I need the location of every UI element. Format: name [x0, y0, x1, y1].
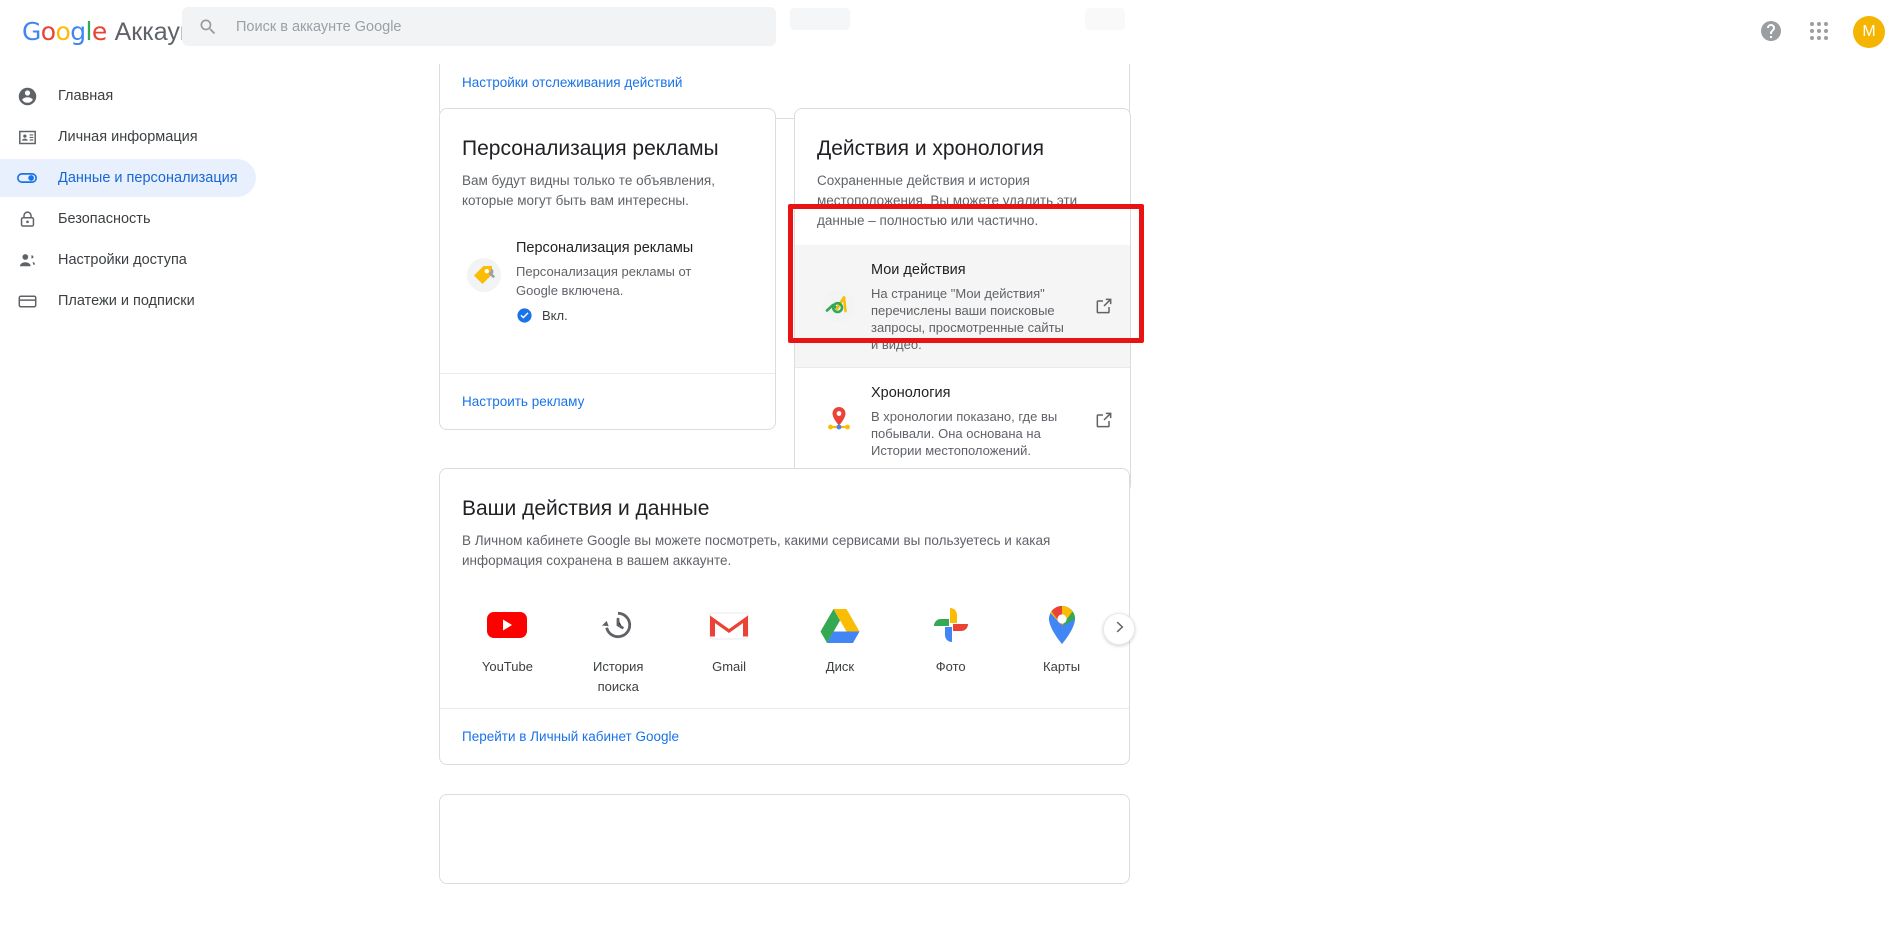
sidebar-item-label: Главная [58, 88, 114, 104]
sidebar-item-label: Безопасность [58, 211, 151, 227]
app-label: Диск [825, 659, 855, 674]
google-apps-button[interactable] [1799, 12, 1839, 52]
search-history-icon [596, 603, 640, 647]
google-maps-icon [1040, 603, 1084, 647]
ad-personalization-name: Персонализация рекламы [516, 240, 694, 256]
brand-logo[interactable]: Google Аккаунт [22, 17, 205, 47]
ad-card-footer: Настроить рекламу [440, 373, 775, 429]
sidebar-item-label: Данные и персонализация [58, 170, 238, 186]
apps-grid-icon [1807, 19, 1831, 46]
timeline-row[interactable]: Хронология В хронологии показано, где вы… [795, 368, 1130, 473]
apps-carousel: YouTube История поиска Gmail Диск Фото К… [440, 603, 1135, 697]
app-label: Карты [1043, 659, 1081, 674]
people-icon [16, 249, 38, 271]
app-tile-maps[interactable]: Карты [1006, 603, 1117, 697]
status-label: Вкл. [542, 308, 568, 323]
sidebar-item-label: Платежи и подписки [58, 293, 195, 309]
app-label: Фото [935, 659, 966, 674]
header-placeholder-block-2 [1085, 8, 1125, 30]
sidebar-item-security[interactable]: Безопасность [0, 200, 256, 238]
lock-icon [16, 208, 38, 230]
help-icon [1759, 19, 1783, 46]
carousel-next-button[interactable] [1103, 613, 1135, 645]
timeline-description: В хронологии показано, где вы побывали. … [871, 408, 1058, 458]
sidebar-item-data-personalization[interactable]: Данные и персонализация [0, 159, 256, 197]
youtube-icon [485, 603, 529, 647]
sidebar-item-payments[interactable]: Платежи и подписки [0, 282, 256, 320]
credit-card-icon [16, 290, 38, 312]
google-wordmark-icon: Google [22, 17, 107, 46]
app-label: YouTube [481, 659, 533, 674]
go-to-dashboard-link[interactable]: Перейти в Личный кабинет Google [462, 729, 679, 744]
activity-controls-link[interactable]: Настройки отслеживания действий [462, 75, 682, 90]
timeline-name: Хронология [871, 384, 951, 401]
sidebar-item-personal-info[interactable]: Личная информация [0, 118, 256, 156]
configure-ads-link[interactable]: Настроить рекламу [462, 394, 584, 409]
sidebar-item-label: Личная информация [58, 129, 198, 145]
sidebar-item-people-sharing[interactable]: Настройки доступа [0, 241, 256, 279]
my-activity-text: Мои действия На странице "Мои действия" … [871, 259, 1067, 353]
header-placeholder-block [790, 8, 850, 30]
google-drive-icon [818, 603, 862, 647]
card-title: Персонализация рекламы [462, 137, 719, 160]
ad-personalization-description: Персонализация рекламы от Google включен… [516, 264, 692, 298]
app-tile-photos[interactable]: Фото [895, 603, 1006, 697]
chevron-right-icon [1110, 618, 1128, 641]
data-card-footer: Перейти в Личный кабинет Google [440, 708, 1129, 764]
search-input[interactable] [234, 7, 754, 46]
main-content: Настройки отслеживания действий Персонал… [256, 64, 1903, 937]
ads-settings-icon [464, 255, 504, 295]
help-button[interactable] [1751, 12, 1791, 52]
ad-personalization-card: Персонализация рекламы Вам будут видны т… [439, 108, 776, 430]
google-photos-icon [929, 603, 973, 647]
next-card-partial [439, 794, 1130, 884]
sidebar-item-home[interactable]: Главная [0, 77, 256, 115]
app-header: Google Аккаунт M [0, 0, 1903, 64]
location-timeline-icon [819, 400, 859, 440]
app-tile-youtube[interactable]: YouTube [452, 603, 563, 697]
check-circle-icon [516, 307, 533, 324]
timeline-text: Хронология В хронологии показано, где вы… [871, 382, 1067, 459]
card-title: Действия и хронология [817, 137, 1045, 160]
app-label: Gmail [712, 659, 747, 674]
card-subtitle: Вам будут видны только те объявления, ко… [462, 173, 715, 208]
sidebar-item-label: Настройки доступа [58, 252, 187, 268]
my-activity-row[interactable]: Мои действия На странице "Мои действия" … [795, 244, 1130, 367]
my-activity-name: Мои действия [871, 261, 966, 278]
app-tile-drive[interactable]: Диск [784, 603, 895, 697]
toggle-icon [16, 167, 38, 189]
account-circle-icon [16, 85, 38, 107]
id-card-icon [16, 126, 38, 148]
ad-personalization-row[interactable]: Персонализация рекламы Персонализация ре… [464, 237, 764, 324]
ad-personalization-text: Персонализация рекламы Персонализация ре… [516, 237, 696, 324]
my-activity-description: На странице "Мои действия" перечислены в… [871, 285, 1064, 352]
open-in-new-icon[interactable] [1094, 410, 1114, 430]
card-subtitle: В Личном кабинете Google вы можете посмо… [462, 533, 1051, 568]
search-icon [198, 17, 218, 37]
my-activity-icon [819, 286, 859, 326]
sidebar: Главная Личная информация Данные и персо… [0, 64, 256, 937]
header-actions: M [1751, 0, 1889, 64]
activity-timeline-card: Действия и хронология Сохраненные действ… [794, 108, 1131, 493]
gmail-icon [707, 603, 751, 647]
avatar[interactable]: M [1853, 16, 1885, 48]
app-label: История поиска [593, 659, 644, 694]
card-subtitle: Сохраненные действия и история местополо… [817, 173, 1078, 228]
open-in-new-icon[interactable] [1094, 296, 1114, 316]
your-activity-and-data-card: Ваши действия и данные В Личном кабинете… [439, 468, 1135, 765]
card-title: Ваши действия и данные [462, 497, 710, 520]
status-badge: Вкл. [516, 307, 696, 324]
search-bar[interactable] [182, 7, 776, 46]
app-tile-gmail[interactable]: Gmail [674, 603, 785, 697]
app-tile-search-history[interactable]: История поиска [563, 603, 674, 697]
